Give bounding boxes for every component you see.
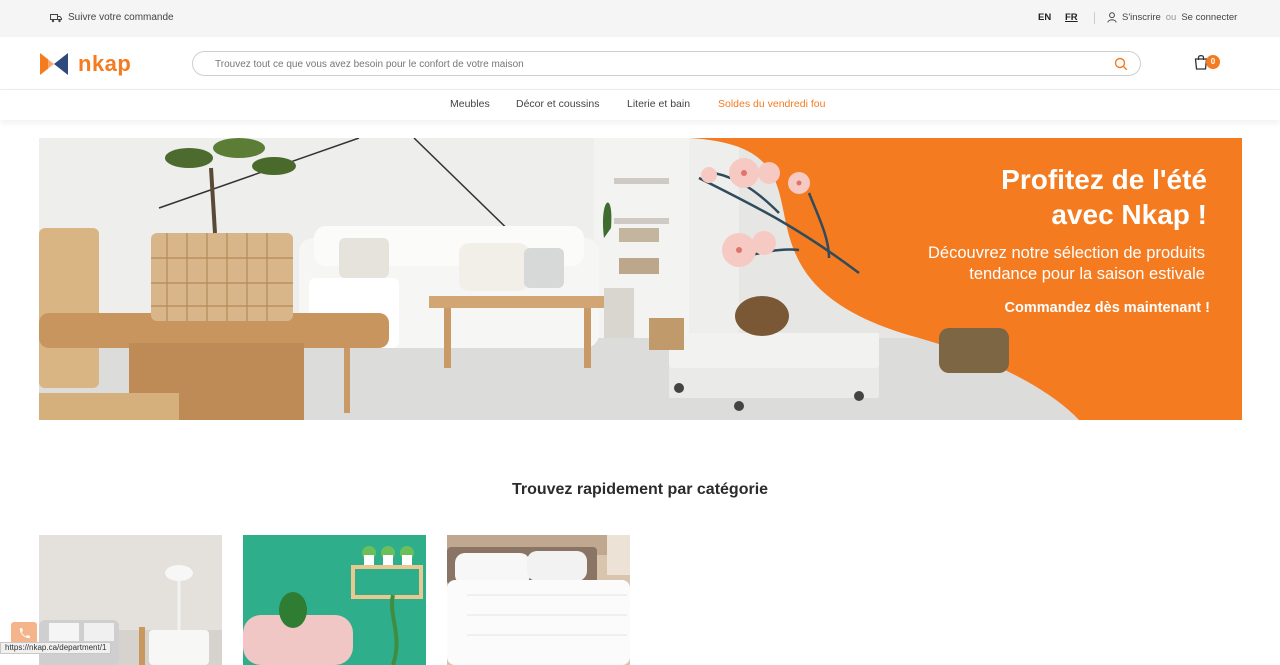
signup-link[interactable]: S'inscrire (1122, 12, 1161, 23)
banner-subtitle-line2: tendance pour la saison estivale (969, 265, 1205, 283)
category-image-decor (243, 535, 426, 665)
search-input[interactable] (215, 56, 1095, 72)
divider (1094, 12, 1095, 24)
logo[interactable]: nkap (38, 51, 131, 77)
lang-fr-link[interactable]: FR (1065, 12, 1078, 23)
banner-title-line1: Profitez de l'été (1001, 164, 1207, 195)
phone-button[interactable] (11, 622, 37, 644)
banner-cta[interactable]: Commandez dès maintenant ! (850, 300, 1210, 316)
track-order-label: Suivre votre commande (68, 12, 174, 23)
search-icon[interactable] (1114, 57, 1128, 71)
banner-title-line2: avec Nkap ! (1051, 199, 1207, 230)
login-link[interactable]: Se connecter (1181, 12, 1237, 23)
user-icon (1107, 12, 1117, 23)
promo-banner[interactable]: Profitez de l'été avec Nkap ! Découvrez … (39, 138, 1242, 420)
cart-button[interactable]: 0 (1193, 53, 1223, 73)
track-order-link[interactable]: Suivre votre commande (50, 12, 174, 23)
header: nkap 0 (0, 37, 1280, 90)
banner-subtitle-line1: Découvrez notre sélection de produits (928, 244, 1205, 262)
banner-title: Profitez de l'été avec Nkap ! (807, 162, 1207, 232)
category-card-literie[interactable] (447, 535, 630, 665)
main-nav: Meubles Décor et coussins Literie et bai… (0, 90, 1280, 120)
logo-text: nkap (78, 51, 132, 76)
search-bar (192, 51, 1141, 76)
or-text: ou (1165, 12, 1177, 23)
account-links: S'inscrire ou Se connecter (1107, 12, 1237, 23)
banner-subtitle: Découvrez notre sélection de produits te… (785, 243, 1205, 285)
nav-item-literie[interactable]: Literie et bain (627, 98, 690, 110)
truck-icon (50, 13, 62, 22)
category-card-decor[interactable] (243, 535, 426, 665)
top-bar: Suivre votre commande EN FR S'inscrire o… (0, 0, 1280, 37)
status-bar-url: https://nkap.ca/department/1 (0, 642, 112, 654)
category-image-bedding (447, 535, 630, 665)
logo-mark-icon (40, 53, 68, 75)
cart-count-badge: 0 (1206, 55, 1220, 69)
categories-title: Trouvez rapidement par catégorie (511, 481, 769, 498)
lang-en-link[interactable]: EN (1038, 12, 1051, 23)
phone-icon (19, 628, 30, 639)
nav-item-meubles[interactable]: Meubles (450, 98, 490, 110)
nav-item-soldes[interactable]: Soldes du vendredi fou (718, 98, 825, 110)
nav-item-decor[interactable]: Décor et coussins (516, 98, 599, 110)
